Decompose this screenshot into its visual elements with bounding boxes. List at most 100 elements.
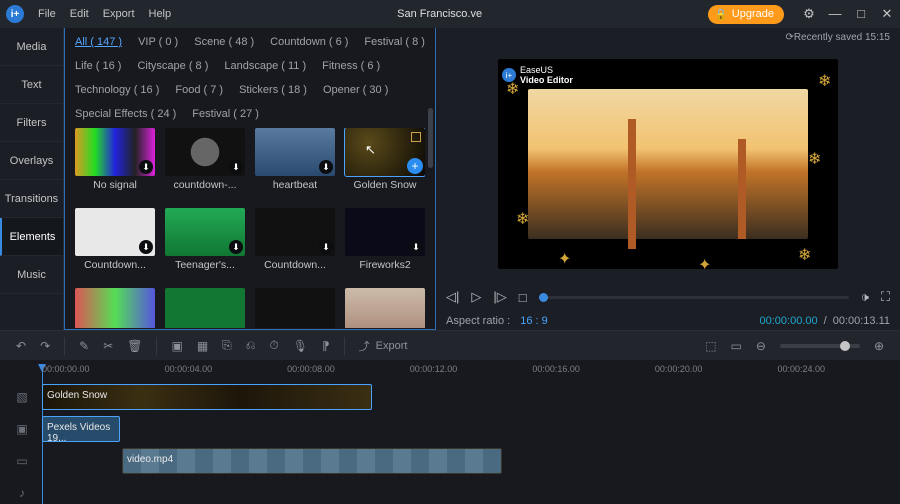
tab-music[interactable]: Music: [0, 256, 63, 294]
thumbnail-item[interactable]: [75, 288, 155, 328]
thumbnail-item[interactable]: ⬇: [75, 208, 155, 256]
prev-frame-icon[interactable]: ◁|: [446, 289, 459, 305]
tab-elements[interactable]: Elements: [0, 218, 63, 256]
export-button[interactable]: ⤴ Export: [359, 338, 408, 354]
thumbnail-item[interactable]: [165, 288, 245, 328]
thumbnail-item[interactable]: ⬇: [165, 128, 245, 176]
category-item[interactable]: Festival ( 8 ): [364, 36, 425, 48]
clip-pexels[interactable]: Pexels Videos 19...: [42, 416, 120, 442]
track-pip[interactable]: ▣ Pexels Videos 19...: [42, 414, 900, 444]
fullscreen-icon[interactable]: ⛶: [881, 289, 890, 305]
fit-icon[interactable]: ▭: [731, 339, 742, 353]
settings-icon[interactable]: ⚙: [802, 6, 816, 22]
preview-panel: ⟳Recently saved 15:15 i+ EaseUS Video Ed…: [436, 28, 900, 330]
volume-icon[interactable]: 🕩: [861, 289, 869, 305]
category-item[interactable]: All ( 147 ): [75, 36, 122, 48]
thumbnail-item[interactable]: ⬇: [255, 128, 335, 176]
menu-help[interactable]: Help: [149, 8, 172, 20]
maximize-button[interactable]: □: [854, 6, 868, 22]
zoom-out-icon[interactable]: ⊖: [756, 339, 766, 353]
play-icon[interactable]: ▷: [471, 289, 481, 305]
thumbnail-item[interactable]: ⬇: [345, 208, 425, 256]
stop-icon[interactable]: □: [519, 290, 527, 305]
category-item[interactable]: Scene ( 48 ): [194, 36, 254, 48]
tab-transitions[interactable]: Transitions: [0, 180, 63, 218]
category-item[interactable]: Technology ( 16 ): [75, 84, 159, 96]
library-scrollbar[interactable]: [428, 108, 433, 323]
mosaic-icon[interactable]: ▦: [197, 339, 208, 353]
delete-icon[interactable]: 🗑: [127, 339, 142, 353]
track-video[interactable]: ▭ video.mp4: [42, 446, 900, 476]
category-item[interactable]: Festival ( 27 ): [192, 108, 259, 120]
timeline[interactable]: 00:00:00.0000:00:04.0000:00:08.0000:00:1…: [0, 360, 900, 504]
ruler-tick: 00:00:04.00: [165, 364, 288, 380]
crop-icon[interactable]: ▣: [171, 339, 182, 353]
aspect-value[interactable]: 16 : 9: [520, 315, 548, 327]
progress-slider[interactable]: [539, 296, 849, 299]
freeze-icon[interactable]: ⎌: [246, 338, 256, 353]
clip-video[interactable]: video.mp4: [122, 448, 502, 474]
ruler-tick: 00:00:16.00: [532, 364, 655, 380]
category-item[interactable]: Life ( 16 ): [75, 60, 121, 72]
category-item[interactable]: Stickers ( 18 ): [239, 84, 307, 96]
minimize-button[interactable]: —: [828, 6, 842, 22]
category-item[interactable]: Fitness ( 6 ): [322, 60, 380, 72]
menu-bar: File Edit Export Help: [38, 8, 171, 20]
speed-icon[interactable]: ⏱: [269, 338, 278, 353]
download-icon[interactable]: ⬇: [229, 240, 243, 254]
thumbnail-item[interactable]: ⬇: [255, 208, 335, 256]
undo-icon[interactable]: ↶: [16, 339, 26, 353]
redo-icon[interactable]: ↷: [40, 339, 50, 353]
category-item[interactable]: Landscape ( 11 ): [224, 60, 306, 72]
zoom-in-icon[interactable]: ⊕: [874, 339, 884, 353]
tab-media[interactable]: Media: [0, 28, 63, 66]
download-icon[interactable]: ⬇: [319, 240, 333, 254]
thumbnail-item[interactable]: ⬇: [165, 208, 245, 256]
thumbnail-item[interactable]: [255, 288, 335, 328]
download-icon[interactable]: ⬇: [229, 160, 243, 174]
menu-export[interactable]: Export: [103, 8, 135, 20]
voiceover-icon[interactable]: 🎙: [293, 339, 308, 353]
save-status: ⟳Recently saved 15:15: [446, 32, 890, 46]
add-icon[interactable]: +: [407, 158, 423, 174]
category-item[interactable]: Cityscape ( 8 ): [137, 60, 208, 72]
app-logo: i+: [6, 5, 24, 23]
track-audio[interactable]: ♪: [42, 478, 900, 504]
download-icon[interactable]: ⬇: [139, 240, 153, 254]
category-item[interactable]: Opener ( 30 ): [323, 84, 388, 96]
download-icon[interactable]: ⬇: [139, 160, 153, 174]
text-to-speech-icon[interactable]: ⁋: [322, 339, 330, 353]
category-item[interactable]: Food ( 7 ): [175, 84, 223, 96]
zoom-slider[interactable]: [780, 344, 860, 348]
category-item[interactable]: Special Effects ( 24 ): [75, 108, 176, 120]
tab-overlays[interactable]: Overlays: [0, 142, 63, 180]
tab-text[interactable]: Text: [0, 66, 63, 104]
export-icon: ⤴: [359, 338, 370, 354]
preview-viewport[interactable]: i+ EaseUS Video Editor ❄ ❄ ❄ ❄ ✦ ✦ ❄: [498, 59, 838, 269]
close-button[interactable]: ✕: [880, 6, 894, 22]
download-icon[interactable]: ⬇: [409, 240, 423, 254]
category-item[interactable]: VIP ( 0 ): [138, 36, 178, 48]
edit-icon[interactable]: ✎: [79, 339, 89, 353]
thumbnail-item[interactable]: +↖: [345, 128, 425, 176]
thumbnail-item[interactable]: ⬇: [75, 128, 155, 176]
cut-icon[interactable]: ✂: [103, 339, 113, 353]
menu-file[interactable]: File: [38, 8, 56, 20]
clip-golden-snow[interactable]: Golden Snow: [42, 384, 372, 410]
tab-filters[interactable]: Filters: [0, 104, 63, 142]
ruler-tick: 00:00:12.00: [410, 364, 533, 380]
menu-edit[interactable]: Edit: [70, 8, 89, 20]
track-overlay[interactable]: ▧ Golden Snow: [42, 382, 900, 412]
side-tabs: Media Text Filters Overlays Transitions …: [0, 28, 64, 330]
pip-track-icon: ▣: [10, 422, 34, 436]
upgrade-button[interactable]: 🔒 Upgrade: [708, 5, 784, 24]
download-icon[interactable]: ⬇: [319, 160, 333, 174]
thumbnail-item[interactable]: [345, 288, 425, 328]
document-name: San Francisco.ve: [179, 8, 700, 20]
thumbnail-label: Countdown...: [264, 259, 326, 271]
split-icon[interactable]: ⎘: [222, 338, 232, 353]
category-item[interactable]: Countdown ( 6 ): [270, 36, 348, 48]
next-frame-icon[interactable]: |▷: [493, 289, 506, 305]
marker-icon[interactable]: ⬚: [705, 339, 716, 353]
time-ruler[interactable]: 00:00:00.0000:00:04.0000:00:08.0000:00:1…: [42, 364, 900, 380]
